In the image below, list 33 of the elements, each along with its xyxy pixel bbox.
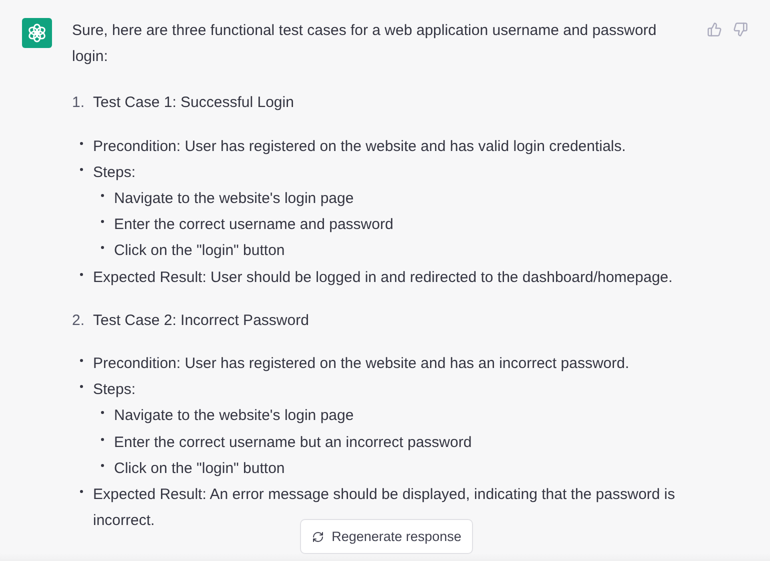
list-text: Precondition: User has registered on the website and has valid login credentials. [93,136,626,157]
bullet-icon [101,438,104,441]
test-case-title: Test Case 2: Incorrect Password [93,310,309,331]
test-case-title: Test Case 1: Successful Login [93,93,294,114]
bullet-icon [80,168,83,171]
regenerate-button[interactable]: Regenerate response [300,519,473,554]
bullet-icon [101,220,104,224]
list-text: Expected Result: User should be logged in and redirected to the dashboard/homepage. [93,268,673,288]
list-text: Navigate to the website's login page [114,406,354,426]
list-number: 1. [72,93,86,114]
list-text: Click on the "login" button [114,458,285,479]
refresh-icon [312,530,324,542]
list-text: Click on the "login" button [114,241,285,262]
list-text: Precondition: User has registered on the website and has an incorrect password. [93,354,630,374]
thumbs-down-icon[interactable] [733,22,748,37]
bullet-icon [80,490,83,494]
bullet-icon [80,385,83,388]
bullet-icon [101,194,104,198]
bullet-icon [80,359,83,362]
bullet-icon [101,464,104,467]
list-text: Enter the correct username but an incorrect password [114,432,472,453]
logo-icon [27,23,47,43]
bullet-icon [80,272,83,276]
list-text: Steps: [93,380,136,400]
list-number: 2. [72,310,86,331]
list-text: Enter the correct username and password [114,215,394,236]
intro-text: Sure, here are three functional test cases for a web application username and password login: [72,21,658,68]
bullet-icon [101,246,104,250]
bullet-icon [80,142,83,145]
thumbs-up-icon[interactable] [707,22,722,37]
list-text: Steps: [93,162,136,183]
list-text: Navigate to the website's login page [114,189,354,210]
bullet-icon [101,411,104,414]
